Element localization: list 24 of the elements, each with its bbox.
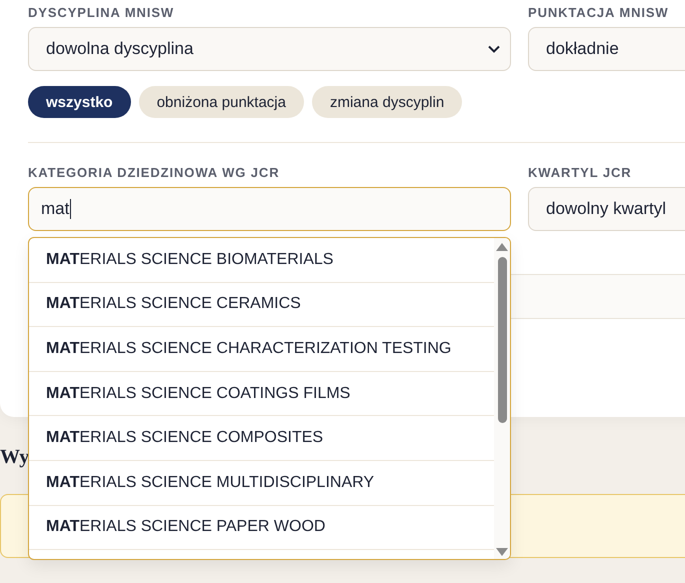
quartile-select[interactable]: dowolny kwartyl <box>528 187 685 231</box>
field-label: DYSCYPLINA MNISW <box>28 5 176 20</box>
filter-chip[interactable]: zmiana dyscyplin <box>312 86 462 118</box>
suggestion-option[interactable]: MATERIALS SCIENCE BIOMATERIALS <box>29 238 494 283</box>
scrollbar-thumb[interactable] <box>498 257 506 423</box>
scoring-select[interactable]: dokładnie <box>528 27 685 71</box>
suggestion-option[interactable]: MATERIALS SCIENCE COMPOSITES <box>29 416 494 461</box>
scroll-down-icon[interactable] <box>496 548 508 556</box>
suggestion-option[interactable]: MATERIALS SCIENCE CERAMICS <box>29 282 494 328</box>
category-input[interactable]: mat <box>28 187 511 231</box>
field-label: KWARTYL JCR <box>528 165 633 180</box>
results-heading: Wy <box>0 445 30 469</box>
scrollbar[interactable] <box>494 238 510 559</box>
filter-chip[interactable]: wszystko <box>28 86 131 118</box>
discipline-select[interactable]: dowolna dyscyplina <box>28 27 511 71</box>
field-label: PUNKTACJA MNISW <box>528 5 670 20</box>
suggestion-option[interactable]: MATERIALS SCIENCE CHARACTERIZATION TESTING <box>29 327 494 372</box>
field-label: KATEGORIA DZIEDZINOWA WG JCR <box>28 165 280 180</box>
suggestion-option[interactable]: MATERIALS SCIENCE PAPER WOOD <box>29 506 494 550</box>
suggestion-option[interactable]: MATERIALS SCIENCE MULTIDISCIPLINARY <box>29 460 494 506</box>
suggestion-option[interactable]: MATERIALS SCIENCE COATINGS FILMS <box>29 372 494 416</box>
filter-chip[interactable]: obniżona punktacja <box>138 86 304 118</box>
chevron-down-icon <box>488 45 500 53</box>
scroll-up-icon[interactable] <box>496 243 508 251</box>
